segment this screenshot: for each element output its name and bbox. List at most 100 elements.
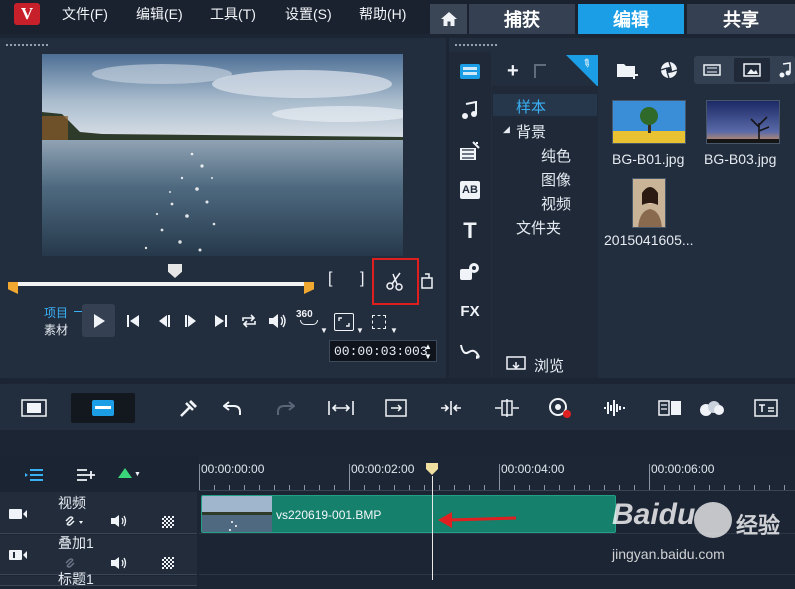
timecode-display[interactable]: 00:00:03:003 <box>329 340 437 362</box>
thumb-bg-b03[interactable] <box>706 100 780 144</box>
playhead-line <box>432 476 433 580</box>
tree-item-background[interactable]: 背景 <box>516 121 546 142</box>
export-button[interactable] <box>418 272 436 290</box>
title-ab-icon[interactable]: AB <box>460 181 480 199</box>
chevron-down-icon[interactable]: ▼ <box>390 326 398 335</box>
transition-category-button[interactable] <box>455 138 485 164</box>
tree-expand-icon[interactable]: ◢ <box>503 124 510 135</box>
menu-settings[interactable]: 设置(S) <box>285 4 332 24</box>
red-arrow-annotation <box>438 512 517 528</box>
link-icon[interactable] <box>64 515 86 527</box>
transparency-icon[interactable] <box>162 557 174 569</box>
mode-project-label[interactable]: 项目 <box>44 304 68 321</box>
ruler-tick <box>544 485 545 490</box>
browse-label: 浏览 <box>534 358 565 375</box>
split-clip-button[interactable] <box>382 268 408 294</box>
volume-button[interactable] <box>267 311 289 331</box>
filter-photo-button[interactable] <box>734 58 770 82</box>
play-button[interactable] <box>82 304 115 337</box>
track-volume-icon[interactable] <box>110 514 130 528</box>
mark-in-button[interactable]: [ <box>328 270 332 288</box>
mark-out-button[interactable]: ] <box>360 270 364 288</box>
thumb-bg-b01[interactable] <box>612 100 686 144</box>
chevron-down-icon[interactable]: ▼ <box>320 326 328 335</box>
ruler-tick <box>649 464 650 490</box>
panel-grip[interactable] <box>454 43 498 47</box>
record-button[interactable] <box>546 396 574 420</box>
tools-button[interactable] <box>176 396 202 420</box>
import-media-button[interactable] <box>614 58 642 82</box>
scrub-bar[interactable] <box>12 282 312 286</box>
tab-share[interactable]: 共享 <box>687 4 795 34</box>
track-volume-icon[interactable] <box>110 556 130 570</box>
fit-timeline-button[interactable] <box>327 397 355 419</box>
ripple-edit-button[interactable] <box>437 397 465 419</box>
filter-video-button[interactable] <box>698 60 726 80</box>
graphic-category-button[interactable] <box>455 258 485 284</box>
slip-edit-button[interactable] <box>492 396 522 420</box>
timeline-clip[interactable]: vs220619-001.BMP <box>201 495 616 533</box>
timecode-up-icon[interactable]: ▲ <box>424 342 432 351</box>
folder-add-icon <box>617 64 638 79</box>
link-icon[interactable] <box>64 557 78 569</box>
text-icon[interactable]: T <box>455 218 485 244</box>
chevron-down-icon[interactable]: ▼ <box>134 471 141 478</box>
aspect-ratio-button[interactable] <box>334 313 354 331</box>
previous-frame-button[interactable] <box>155 312 173 330</box>
add-track-button[interactable] <box>74 466 98 484</box>
path-category-button[interactable] <box>455 338 485 364</box>
selection-mode-icon[interactable] <box>372 315 386 329</box>
go-to-start-button[interactable] <box>124 312 142 330</box>
ruler-tick <box>604 485 605 490</box>
audio-mixer-button[interactable] <box>600 396 628 420</box>
timecode-down-icon[interactable]: ▼ <box>424 352 432 361</box>
circles-icon <box>700 401 724 416</box>
track-manager-button[interactable] <box>22 466 46 484</box>
subtitle-editor-button[interactable] <box>752 397 780 419</box>
chevron-down-icon[interactable]: ▼ <box>356 326 364 335</box>
browse-icon <box>506 356 526 370</box>
thumb-portrait[interactable] <box>632 178 666 228</box>
timeline-view-button[interactable] <box>71 393 135 423</box>
browse-button[interactable]: 浏览 <box>492 352 598 378</box>
menu-edit[interactable]: 编辑(E) <box>136 4 183 24</box>
graphic-icon <box>460 263 479 280</box>
motion-tracking-button[interactable] <box>698 396 726 420</box>
tree-item-solid-color[interactable]: 纯色 <box>541 145 571 166</box>
menu-help[interactable]: 帮助(H) <box>359 4 406 24</box>
tree-item-folder[interactable]: 文件夹 <box>516 217 561 238</box>
media-category-button[interactable] <box>455 58 485 84</box>
360-video-button[interactable]: 360 <box>296 309 313 320</box>
video-track-icon[interactable] <box>8 508 28 520</box>
audio-category-button[interactable] <box>455 98 485 124</box>
tree-item-image[interactable]: 图像 <box>541 169 571 190</box>
effects-filter-button[interactable] <box>656 58 682 82</box>
go-to-end-button[interactable] <box>212 312 230 330</box>
scissors-icon <box>386 272 403 291</box>
redo-button[interactable] <box>274 397 298 419</box>
home-button[interactable] <box>430 4 467 34</box>
filter-audio-button[interactable] <box>776 60 794 80</box>
next-frame-button[interactable] <box>182 312 200 330</box>
panel-grip[interactable] <box>5 43 49 47</box>
repeat-button[interactable] <box>239 311 259 331</box>
skip-start-icon <box>127 315 139 327</box>
menu-tools[interactable]: 工具(T) <box>210 4 256 24</box>
add-folder-button[interactable]: + <box>507 60 519 83</box>
clip-filename: vs220619-001.BMP <box>276 508 382 522</box>
multicam-button[interactable] <box>656 396 684 420</box>
fx-icon[interactable]: FX <box>455 298 485 324</box>
mode-clip-label[interactable]: 素材 <box>44 321 68 338</box>
menu-file[interactable]: 文件(F) <box>62 4 108 24</box>
undo-button[interactable] <box>220 397 244 419</box>
transparency-icon[interactable] <box>162 516 174 528</box>
storyboard-view-button[interactable] <box>20 396 48 420</box>
overlay-track-icon[interactable] <box>8 549 28 561</box>
tab-capture[interactable]: 捕获 <box>469 4 575 34</box>
tab-edit[interactable]: 编辑 <box>578 4 684 34</box>
tree-item-sample[interactable]: 样本 <box>516 96 546 117</box>
music-note-icon <box>779 62 791 78</box>
insert-clip-button[interactable] <box>383 397 409 419</box>
baidu-watermark: Baidu 经验 jingyan.baidu.com <box>610 496 790 576</box>
tree-item-video[interactable]: 视频 <box>541 193 571 214</box>
